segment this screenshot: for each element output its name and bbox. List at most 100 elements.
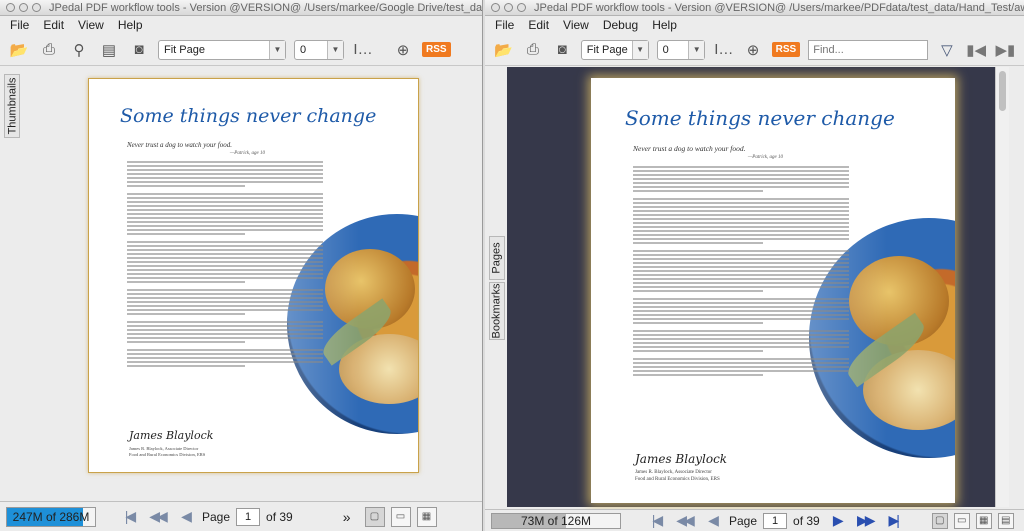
vertical-scrollbar[interactable]	[995, 67, 1009, 507]
document-properties-icon[interactable]: ▤	[98, 39, 120, 61]
zoom-window-button[interactable]	[32, 3, 41, 12]
document-cite: —Patrick, age 10	[747, 155, 783, 160]
menu-bar: File Edit View Debug Help	[485, 16, 1024, 34]
menu-debug[interactable]: Debug	[603, 18, 638, 32]
continuous-facing-view-icon[interactable]: ▤	[997, 512, 1014, 529]
zoom-select[interactable]: Fit Page ▼	[158, 39, 286, 60]
toolbar: 📂 ⎙ ⚲ ▤ ◙ Fit Page ▼ 0 ▼ I… ⊕ RSS	[0, 34, 482, 66]
first-page-icon[interactable]: |◀	[645, 512, 667, 529]
close-window-button[interactable]	[491, 3, 500, 12]
scrollbar-thumb[interactable]	[999, 71, 1006, 111]
minimize-window-button[interactable]	[19, 3, 28, 12]
previous-page-icon[interactable]: ◀	[701, 512, 723, 529]
window-controls[interactable]	[6, 3, 41, 12]
find-options-triangle-icon[interactable]: ▽	[936, 39, 957, 61]
document-view[interactable]: Some things never change Never trust a d…	[22, 67, 482, 497]
menu-edit[interactable]: Edit	[43, 18, 64, 32]
close-window-button[interactable]	[6, 3, 15, 12]
signature: James Blaylock	[635, 452, 728, 466]
search-binoculars-icon[interactable]: ⚲	[68, 39, 90, 61]
thumbnails-tab-label: Thumbnails	[6, 77, 19, 135]
status-bar: 73M of 126M |◀ ◀◀ ◀ Page 1 of 39 ▶ ▶▶ ▶|…	[485, 509, 1024, 531]
previous-result-icon[interactable]: ▮◀	[965, 39, 986, 61]
next-result-icon[interactable]: ▶▮	[995, 39, 1016, 61]
rss-button[interactable]: RSS	[771, 42, 801, 57]
menu-edit[interactable]: Edit	[528, 18, 549, 32]
pages-tab[interactable]: Pages	[489, 236, 505, 280]
rotation-value: 0	[662, 43, 669, 56]
snapshot-camera-icon[interactable]: ◙	[552, 39, 573, 61]
body-text	[633, 166, 849, 378]
previous-page-icon[interactable]: ◀	[174, 508, 196, 525]
chevron-down-icon: ▼	[688, 40, 705, 59]
thumbnails-tab[interactable]: Thumbnails	[4, 74, 20, 138]
help-lifebuoy-icon[interactable]: ⊕	[742, 39, 763, 61]
bookmarks-tab[interactable]: Bookmarks	[489, 282, 505, 340]
left-viewer-window: JPedal PDF workflow tools - Version @VER…	[0, 0, 483, 531]
menu-file[interactable]: File	[10, 18, 29, 32]
zoom-value: Fit Page	[164, 43, 205, 56]
memory-label: 247M of 286M	[12, 509, 90, 524]
print-icon[interactable]: ⎙	[522, 39, 543, 61]
signature-line-2: Food and Rural Economics Division, ERS	[635, 477, 720, 482]
continuous-view-icon[interactable]: ▭	[953, 512, 970, 529]
zoom-select[interactable]: Fit Page ▼	[580, 39, 649, 60]
back-ten-pages-icon[interactable]: ◀◀	[146, 508, 168, 525]
signature-line-2: Food and Rural Economics Division, ERS	[129, 452, 206, 457]
body-text	[127, 161, 323, 369]
pdf-page: Some things never change Never trust a d…	[591, 78, 955, 503]
text-select-cursor-icon[interactable]: I…	[352, 39, 374, 61]
signature-line-1: James R. Blaylock, Associate Director	[129, 446, 199, 451]
open-folder-icon[interactable]: 📂	[8, 39, 30, 61]
text-select-cursor-icon[interactable]: I…	[713, 39, 734, 61]
rss-button[interactable]: RSS	[422, 42, 451, 57]
rotation-select[interactable]: 0 ▼	[656, 39, 706, 60]
single-page-view-icon[interactable]: ▢	[931, 512, 948, 529]
facing-view-icon[interactable]: ▦	[416, 506, 437, 527]
page-number-input[interactable]: 1	[236, 507, 261, 526]
print-icon[interactable]: ⎙	[38, 39, 60, 61]
page-total: of 39	[793, 513, 820, 528]
menu-view[interactable]: View	[78, 18, 104, 32]
first-page-icon[interactable]: |◀	[118, 508, 140, 525]
document-heading: Some things never change	[120, 105, 377, 127]
rotation-select[interactable]: 0 ▼	[294, 39, 344, 60]
facing-view-icon[interactable]: ▦	[975, 512, 992, 529]
single-page-view-icon[interactable]: ▢	[364, 506, 385, 527]
open-folder-icon[interactable]: 📂	[493, 39, 514, 61]
zoom-window-button[interactable]	[517, 3, 526, 12]
more-controls-button[interactable]: »	[343, 509, 351, 525]
window-controls[interactable]	[491, 3, 526, 12]
menu-help[interactable]: Help	[118, 18, 143, 32]
memory-label: 73M of 126M	[520, 513, 592, 528]
snapshot-camera-icon[interactable]: ◙	[128, 39, 150, 61]
next-page-icon[interactable]: ▶	[826, 512, 848, 529]
chevron-down-icon: ▼	[631, 40, 648, 59]
document-view[interactable]: Some things never change Never trust a d…	[507, 67, 1009, 507]
help-lifebuoy-icon[interactable]: ⊕	[392, 39, 414, 61]
signature: James Blaylock	[129, 429, 214, 442]
find-input[interactable]	[808, 39, 929, 60]
minimize-window-button[interactable]	[504, 3, 513, 12]
last-page-icon[interactable]: ▶|	[882, 512, 904, 529]
back-ten-pages-icon[interactable]: ◀◀	[673, 512, 695, 529]
pdf-page: Some things never change Never trust a d…	[88, 78, 419, 473]
continuous-view-icon[interactable]: ▭	[390, 506, 411, 527]
menu-file[interactable]: File	[495, 18, 514, 32]
document-quote: Never trust a dog to watch your food.	[633, 144, 746, 153]
menu-help[interactable]: Help	[652, 18, 677, 32]
signature-line-1: James R. Blaylock, Associate Director	[635, 470, 712, 475]
chevron-down-icon: ▼	[327, 40, 343, 59]
menu-view[interactable]: View	[563, 18, 589, 32]
page-label: Page	[729, 513, 758, 528]
page-number-input[interactable]: 1	[763, 512, 788, 529]
window-title: JPedal PDF workflow tools - Version @VER…	[534, 1, 1024, 14]
title-bar: JPedal PDF workflow tools - Version @VER…	[485, 0, 1024, 16]
window-title: JPedal PDF workflow tools - Version @VER…	[49, 1, 482, 14]
status-bar: 247M of 286M |◀ ◀◀ ◀ Page 1 of 39 » ▢ ▭ …	[0, 501, 482, 531]
memory-indicator: 73M of 126M	[491, 512, 621, 529]
document-quote: Never trust a dog to watch your food.	[127, 141, 232, 149]
page-total: of 39	[266, 509, 293, 524]
forward-ten-pages-icon[interactable]: ▶▶	[854, 512, 876, 529]
right-viewer-window: JPedal PDF workflow tools - Version @VER…	[485, 0, 1024, 531]
